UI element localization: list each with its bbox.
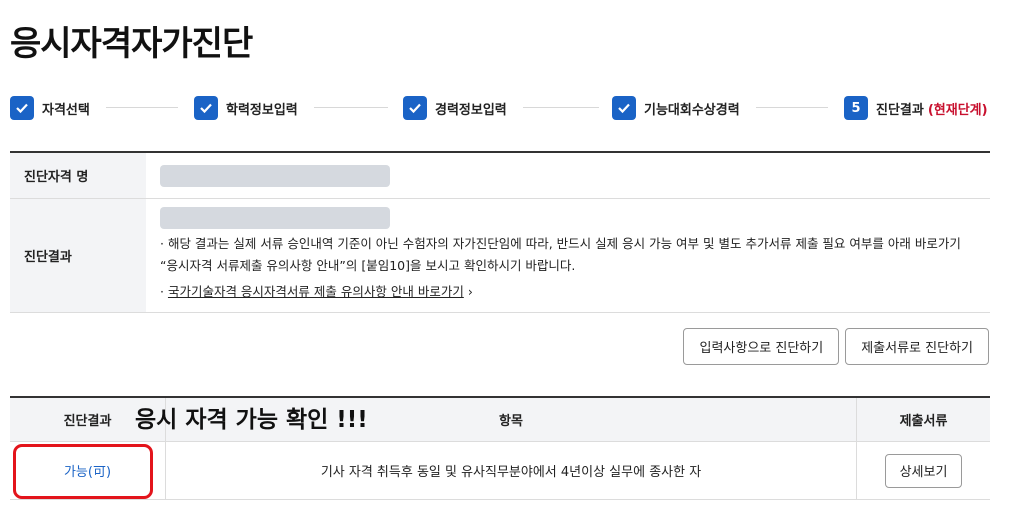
result-note: · 해당 결과는 실제 서류 승인내역 기준이 아닌 수험자의 자가진단임에 따… [160, 236, 961, 273]
check-icon [612, 96, 636, 120]
redacted-result [160, 207, 390, 229]
step-number: 5 [844, 96, 868, 120]
qualification-value [146, 153, 990, 198]
step-qualification-select: 자격선택 [10, 95, 90, 121]
step-competition-awards: 기능대회수상경력 [612, 95, 740, 121]
qualification-header: 진단자격 명 [10, 153, 146, 198]
step-label: 자격선택 [42, 102, 90, 118]
step-label: 학력정보입력 [226, 102, 298, 118]
check-icon [194, 96, 218, 120]
step-divider [756, 107, 828, 108]
guide-link-line: · 국가기술자격 응시자격서류 제출 유의사항 안내 바로가기 › [160, 281, 976, 303]
current-step-label: (현재단계) [927, 102, 988, 118]
detail-view-button[interactable]: 상세보기 [884, 453, 963, 488]
step-divider [314, 107, 388, 108]
result-header: 진단결과 [10, 199, 146, 312]
result-value: · 해당 결과는 실제 서류 승인내역 기준이 아닌 수험자의 자가진단임에 따… [146, 199, 990, 312]
redacted-qualification-name [160, 164, 390, 187]
link-bullet: · [160, 284, 168, 299]
guide-link[interactable]: 국가기술자격 응시자격서류 제출 유의사항 안내 바로가기 [168, 284, 464, 299]
annotation-highlight-box [13, 444, 153, 499]
diagnosis-info-table: 진단자격 명 진단결과 · 해당 결과는 실제 서류 승인내역 기준이 아닌 수… [10, 151, 990, 313]
diagnose-by-docs-button[interactable]: 제출서류로 진단하기 [845, 328, 989, 365]
step-career-input: 경력정보입력 [403, 95, 507, 121]
table-row: 가능(可) 기사 자격 취득후 동일 및 유사직무분야에서 4년이상 실무에 종… [10, 442, 990, 500]
step-education-input: 학력정보입력 [194, 95, 298, 121]
page-title: 응시자격자가진단 [10, 24, 253, 64]
step-label: 진단결과 [876, 102, 924, 118]
step-divider [523, 107, 599, 108]
progress-stepper: 자격선택 학력정보입력 경력정보입력 기능대회수상경력 5 진단결과 (현재단계… [10, 95, 990, 121]
result-row: 진단결과 · 해당 결과는 실제 서류 승인내역 기준이 아닌 수험자의 자가진… [10, 199, 990, 313]
diagnose-by-input-button[interactable]: 입력사항으로 진단하기 [683, 328, 840, 365]
step-diagnosis-result: 5 진단결과 (현재단계) [844, 95, 988, 121]
step-label: 경력정보입력 [435, 102, 507, 118]
header-docs: 제출서류 [856, 398, 990, 441]
check-icon [403, 96, 427, 120]
chevron-right-icon: › [467, 284, 473, 299]
check-icon [10, 96, 34, 120]
step-divider [106, 107, 178, 108]
annotation-text: 응시 자격 가능 확인 !!! [135, 407, 368, 433]
step-label: 기능대회수상경력 [644, 102, 740, 118]
action-buttons: 입력사항으로 진단하기 제출서류로 진단하기 [683, 328, 989, 365]
qualification-row: 진단자격 명 [10, 153, 990, 199]
docs-cell: 상세보기 [856, 442, 990, 499]
result-item-text: 기사 자격 취득후 동일 및 유사직무분야에서 4년이상 실무에 종사한 자 [165, 442, 856, 499]
